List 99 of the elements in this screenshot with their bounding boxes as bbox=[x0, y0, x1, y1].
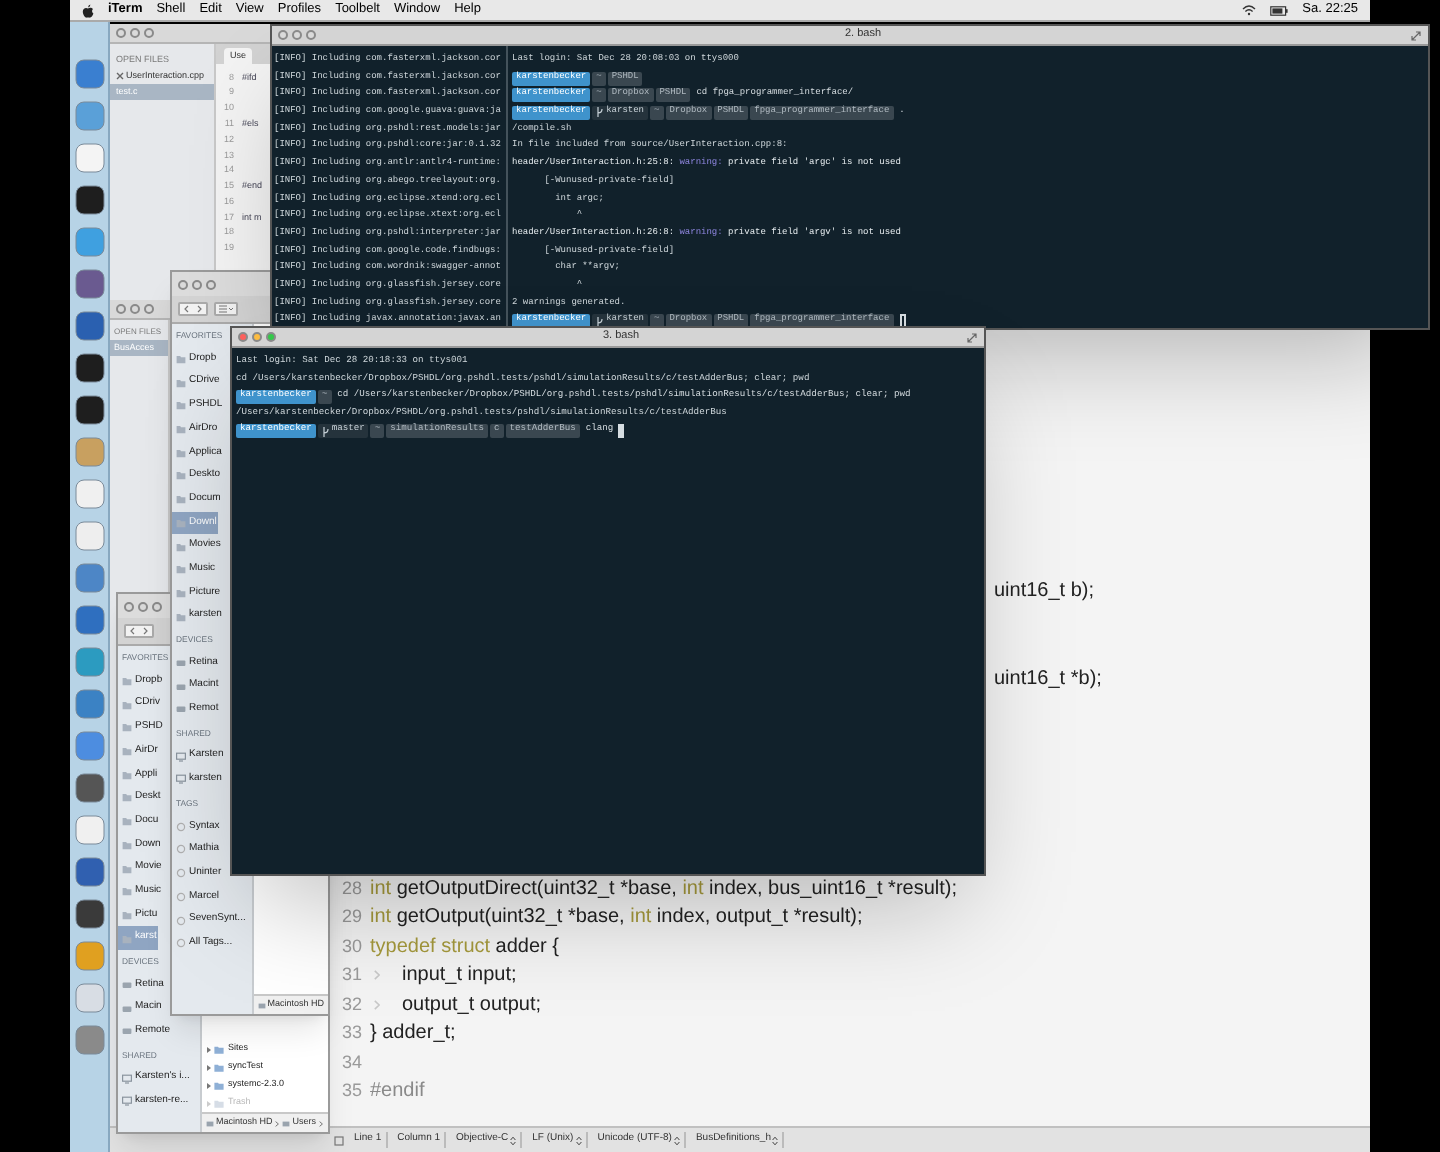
indent-marker-icon bbox=[374, 970, 380, 981]
updown-caret-icon bbox=[673, 1135, 680, 1145]
view-options-button[interactable] bbox=[214, 302, 238, 316]
monitor-icon bbox=[176, 774, 186, 785]
drive-icon bbox=[122, 1026, 132, 1037]
line-number: 33 bbox=[339, 1020, 362, 1046]
app-icon[interactable] bbox=[73, 352, 105, 384]
drive-icon bbox=[176, 681, 186, 692]
chevron-right-icon bbox=[140, 626, 150, 636]
folder-icon bbox=[122, 722, 132, 733]
window-controls-icon[interactable] bbox=[124, 601, 162, 611]
back-forward-button[interactable] bbox=[124, 624, 154, 638]
tag-dot-icon bbox=[176, 915, 186, 926]
line-number: 32 bbox=[339, 991, 362, 1017]
panel-icon bbox=[334, 1135, 344, 1145]
disclosure-triangle-icon bbox=[205, 1081, 212, 1089]
folder-icon bbox=[176, 354, 186, 365]
battery-icon bbox=[1270, 5, 1289, 15]
folder-icon bbox=[176, 494, 186, 505]
app-icon[interactable] bbox=[73, 898, 105, 930]
folder-icon bbox=[176, 611, 186, 622]
folder-icon bbox=[122, 746, 132, 757]
folder-icon bbox=[122, 863, 132, 874]
code-text: int getOutputDirect(uint32_t *base, int index, bus_uint16_t *result); bbox=[368, 875, 958, 904]
folder-icon bbox=[176, 517, 186, 528]
code-text: output_t output; bbox=[400, 991, 542, 1020]
disclosure-triangle-icon bbox=[205, 1045, 212, 1053]
drive-icon bbox=[122, 979, 132, 990]
folder-icon bbox=[122, 816, 132, 827]
updown-caret-icon bbox=[510, 1135, 517, 1145]
folder-icon bbox=[122, 933, 132, 944]
app-icon[interactable] bbox=[73, 772, 105, 804]
window-controls-icon[interactable] bbox=[116, 304, 154, 314]
folder-icon bbox=[176, 564, 186, 575]
line-number: 31 bbox=[339, 962, 362, 988]
chevron-left-icon bbox=[182, 304, 192, 314]
updown-caret-icon bbox=[772, 1135, 779, 1145]
wifi-icon bbox=[1242, 4, 1257, 16]
drive-icon bbox=[282, 1119, 291, 1127]
tag-dot-icon bbox=[176, 891, 186, 902]
monitor-icon bbox=[122, 1096, 132, 1107]
folder-icon bbox=[122, 792, 132, 803]
window-controls-icon[interactable] bbox=[238, 332, 276, 342]
drive-icon bbox=[176, 704, 186, 715]
code-text: uint16_t b); bbox=[994, 580, 1095, 602]
fullscreen-icon bbox=[1410, 29, 1422, 41]
folder-icon bbox=[122, 886, 132, 897]
folder-icon bbox=[122, 769, 132, 780]
folder-icon bbox=[176, 447, 186, 458]
chevron-right-icon bbox=[194, 304, 204, 314]
code-text: typedef struct adder { bbox=[368, 933, 560, 962]
window-controls-icon[interactable] bbox=[178, 279, 216, 289]
fullscreen-icon bbox=[966, 331, 978, 343]
folder-icon bbox=[176, 587, 186, 598]
folder-icon bbox=[122, 676, 132, 687]
indent-marker-icon bbox=[374, 999, 380, 1010]
code-text: } adder_t; bbox=[368, 1020, 456, 1049]
app-icon[interactable] bbox=[73, 184, 105, 216]
folder-icon bbox=[122, 909, 132, 920]
drive-icon bbox=[205, 1119, 214, 1127]
code-text: int getOutput(uint32_t *base, int index, output_t *result); bbox=[368, 904, 863, 933]
back-forward-button[interactable] bbox=[178, 302, 208, 316]
branch-icon bbox=[321, 425, 330, 438]
folder-icon bbox=[176, 424, 186, 435]
code-text: #endif bbox=[368, 1078, 425, 1107]
branch-icon bbox=[596, 106, 605, 119]
drive-icon bbox=[122, 1003, 132, 1014]
folder-icon bbox=[122, 699, 132, 710]
folder-icon bbox=[176, 541, 186, 552]
tag-dot-icon bbox=[176, 844, 186, 855]
folder-icon bbox=[176, 470, 186, 481]
line-number: 35 bbox=[339, 1078, 362, 1104]
apple-icon bbox=[82, 3, 94, 17]
tag-dot-icon bbox=[176, 821, 186, 832]
code-text: uint16_t *b); bbox=[994, 668, 1102, 690]
line-number: 30 bbox=[339, 933, 362, 959]
close-icon bbox=[116, 72, 124, 80]
monitor-icon bbox=[122, 1073, 132, 1084]
disclosure-triangle-icon bbox=[205, 1099, 212, 1107]
app-icon[interactable] bbox=[73, 394, 105, 426]
chevron-right-icon bbox=[274, 1119, 281, 1127]
tag-dot-icon bbox=[176, 938, 186, 949]
drive-icon bbox=[257, 1001, 266, 1009]
line-number: 29 bbox=[339, 904, 362, 930]
drive-icon bbox=[176, 657, 186, 668]
folder-icon bbox=[176, 400, 186, 411]
tag-dot-icon bbox=[176, 868, 186, 879]
updown-caret-icon bbox=[575, 1135, 582, 1145]
disclosure-triangle-icon bbox=[205, 1063, 212, 1071]
line-number: 34 bbox=[339, 1049, 362, 1075]
window-controls-icon[interactable] bbox=[116, 28, 154, 38]
window-controls-icon[interactable] bbox=[278, 30, 316, 40]
monitor-icon bbox=[176, 751, 186, 762]
folder-icon bbox=[176, 377, 186, 388]
folder-icon bbox=[122, 839, 132, 850]
code-text: input_t input; bbox=[400, 962, 517, 991]
chevron-right-icon bbox=[318, 1119, 324, 1127]
line-number: 28 bbox=[339, 875, 362, 901]
chevron-left-icon bbox=[128, 626, 138, 636]
